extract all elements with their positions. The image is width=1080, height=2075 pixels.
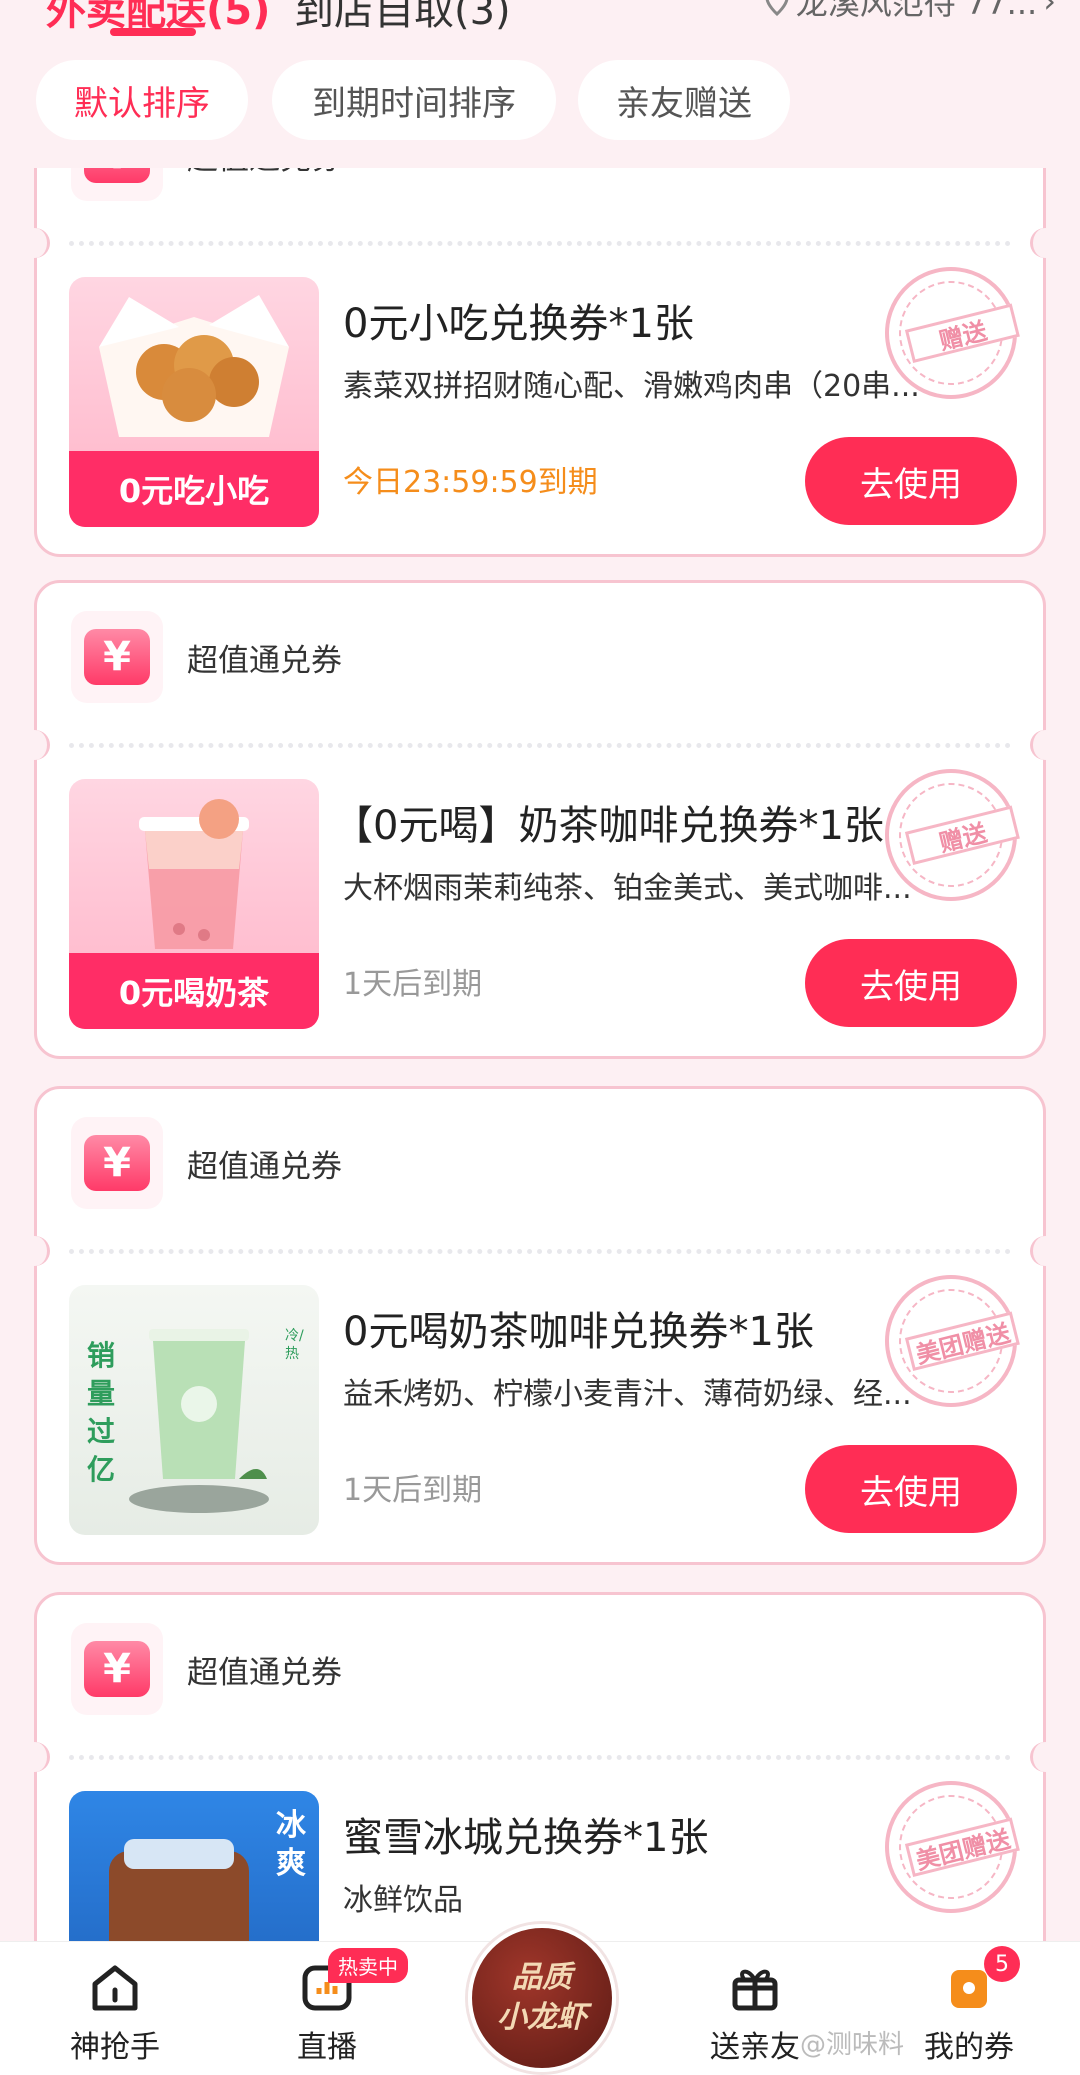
location-text: 龙溪风范待 77...	[795, 0, 1038, 22]
use-coupon-button[interactable]: 去使用	[805, 437, 1017, 525]
ticket-notch	[1030, 1742, 1060, 1772]
location-selector[interactable]: 龙溪风范待 77... ›	[764, 0, 1056, 24]
yen-icon: ¥	[71, 1623, 163, 1715]
ticket-notch	[1030, 1236, 1060, 1266]
coupon-title: 0元喝奶茶咖啡兑换券*1张	[343, 1309, 814, 1355]
coupon-title: 蜜雪冰城兑换券*1张	[343, 1815, 709, 1861]
coupon-type: 超值通兑券	[187, 1148, 342, 1185]
chevron-right-icon: ›	[1043, 0, 1056, 20]
coupon-card: ¥ 超值通兑券 0元吃小吃 0元小吃兑换券*1张 素菜双拼招财随心配、滑嫩鸡肉串…	[20, 168, 1060, 557]
tab-pickup[interactable]: 到店自取(3)	[294, 0, 511, 36]
hot-badge: 热卖中	[328, 1948, 408, 1983]
sort-expiry[interactable]: 到期时间排序	[272, 60, 556, 140]
logo-line-1: 品质	[512, 1960, 572, 1995]
sort-bar: 默认排序 到期时间排序 亲友赠送	[0, 60, 1080, 140]
coupon-header: ¥ 超值通兑券	[71, 611, 342, 703]
coupon-title: 【0元喝】奶茶咖啡兑换券*1张	[333, 803, 884, 849]
coupon-thumbnail: 0元吃小吃	[69, 277, 319, 527]
yen-icon: ¥	[71, 1117, 163, 1209]
coupon-card: ¥ 超值通兑券 0元喝奶茶 【0元喝】奶茶咖啡兑换券*1张 大杯烟雨茉莉纯茶、铂…	[20, 580, 1060, 1059]
sort-default[interactable]: 默认排序	[36, 60, 248, 140]
coupon-expiry: 1天后到期	[343, 967, 483, 1002]
use-coupon-button[interactable]: 去使用	[805, 939, 1017, 1027]
crayfish-promo-logo[interactable]: 品质 小龙虾	[468, 1924, 616, 2072]
watermark: @测味料	[800, 2030, 905, 2060]
coupon-thumbnail: 销量过亿 冷/热	[69, 1285, 319, 1535]
coupon-type: 超值通兑券	[187, 642, 342, 679]
nav-label: 我的券	[924, 2030, 1014, 2065]
nav-label: 直播	[297, 2030, 357, 2065]
coupon-header: ¥ 超值通兑券	[71, 168, 342, 201]
coupon-type: 超值通兑券	[187, 168, 342, 178]
nav-live[interactable]: 热卖中 直播	[252, 1942, 408, 2075]
coupon-card: ¥ 超值通兑券 冰爽 蜜雪冰城兑换券*1张 冰鲜饮品 美团赠送	[20, 1592, 1060, 1941]
ticket-notch	[20, 1742, 50, 1772]
dotted-divider	[69, 1249, 1011, 1254]
top-tab-bar: 外卖配送(5) 到店自取(3) 龙溪风范待 77... ›	[0, 0, 1080, 58]
yen-icon: ¥	[71, 611, 163, 703]
coupon-count-badge: 5	[984, 1946, 1020, 1982]
nav-label: 神抢手	[70, 2030, 160, 2065]
green-tea-image	[129, 1329, 269, 1513]
dotted-divider	[69, 1755, 1011, 1760]
coupon-expiry: 今日23:59:59到期	[343, 465, 598, 500]
coupon-header: ¥ 超值通兑券	[71, 1117, 342, 1209]
gift-icon	[732, 1969, 778, 2011]
thumbnail-caption: 0元喝奶茶	[69, 953, 319, 1029]
thumbnail-caption: 0元吃小吃	[69, 451, 319, 527]
thumbnail-side-text: 销量过亿	[86, 1339, 115, 1486]
nav-my-coupons[interactable]: 5 我的券	[894, 1942, 1044, 2075]
tab-underline	[110, 28, 196, 36]
dotted-divider	[69, 743, 1011, 748]
location-pin-icon	[765, 0, 788, 16]
nav-grab[interactable]: 神抢手	[40, 1942, 190, 2075]
thumbnail-top-text: 冷/热	[285, 1328, 304, 1362]
sort-friend-gift[interactable]: 亲友赠送	[578, 60, 790, 140]
ticket-notch	[20, 1236, 50, 1266]
coupon-list[interactable]: ¥ 超值通兑券 0元吃小吃 0元小吃兑换券*1张 素菜双拼招财随心配、滑嫩鸡肉串…	[0, 168, 1080, 1941]
snack-image	[99, 295, 289, 437]
yen-icon: ¥	[71, 168, 163, 201]
dotted-divider	[69, 241, 1011, 246]
ticket-notch	[20, 730, 50, 760]
ticket-notch	[20, 228, 50, 258]
coupon-expiry: 1天后到期	[343, 1473, 483, 1508]
logo-line-2: 小龙虾	[497, 2000, 587, 2035]
coupon-title: 0元小吃兑换券*1张	[343, 301, 694, 347]
ticket-notch	[1030, 228, 1060, 258]
use-coupon-button[interactable]: 去使用	[805, 1445, 1017, 1533]
coupon-header: ¥ 超值通兑券	[71, 1623, 342, 1715]
milk-tea-image	[139, 799, 249, 949]
ticket-notch	[1030, 730, 1060, 760]
coupon-type: 超值通兑券	[187, 1654, 342, 1691]
coupon-card: ¥ 超值通兑券 销量过亿 冷/热 0元喝奶茶咖啡兑换券*1张 益禾烤奶、柠檬小麦…	[20, 1086, 1060, 1565]
home-icon	[92, 1965, 138, 2011]
thumbnail-side-text: 冰爽	[276, 1808, 306, 1881]
coupon-thumbnail: 0元喝奶茶	[69, 779, 319, 1029]
coupon-thumbnail: 冰爽	[69, 1791, 319, 1941]
